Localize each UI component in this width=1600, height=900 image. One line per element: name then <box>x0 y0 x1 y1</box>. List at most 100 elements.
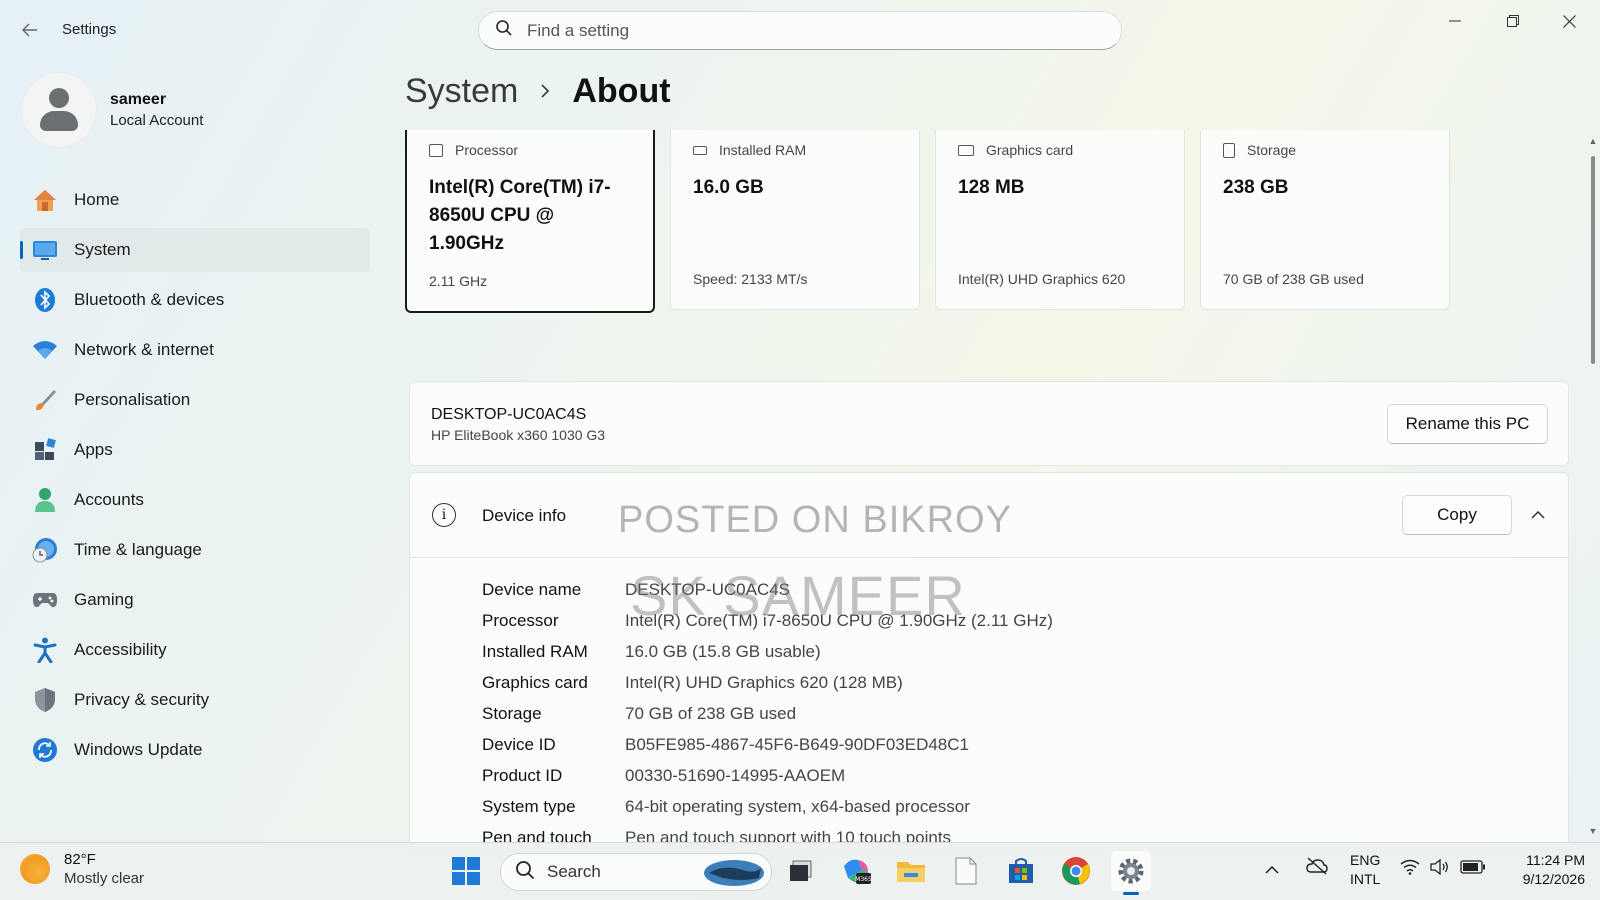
sidebar-item-gaming[interactable]: Gaming <box>20 578 370 622</box>
info-value: Intel(R) UHD Graphics 620 (128 MB) <box>625 672 903 692</box>
settings-gear-icon[interactable] <box>1111 851 1151 895</box>
card-label: Processor <box>455 142 519 158</box>
home-icon <box>32 187 58 213</box>
language-indicator[interactable]: ENG INTL <box>1350 851 1380 889</box>
close-button[interactable] <box>1546 6 1592 36</box>
sidebar-item-label: Privacy & security <box>74 690 210 709</box>
sidebar-item-label: Apps <box>74 440 113 459</box>
sidebar-item-time-language[interactable]: Time & language <box>20 528 370 572</box>
accounts-icon <box>32 487 58 513</box>
storage-icon <box>1223 142 1235 158</box>
scrollbar-thumb[interactable] <box>1591 156 1595 364</box>
chrome-icon[interactable] <box>1060 855 1092 887</box>
copy-button[interactable]: Copy <box>1402 495 1512 535</box>
info-key: Storage <box>482 703 542 723</box>
scroll-down-arrow-icon[interactable]: ▼ <box>1588 826 1598 836</box>
spec-card-ram[interactable]: Installed RAM 16.0 GB Speed: 2133 MT/s <box>670 130 920 310</box>
blank-document-icon[interactable] <box>950 855 982 887</box>
sidebar-item-accounts[interactable]: Accounts <box>20 478 370 522</box>
pc-name: DESKTOP-UC0AC4S <box>431 406 587 423</box>
page-title: About <box>572 72 671 110</box>
info-row-installed-ram: Installed RAM 16.0 GB (15.8 GB usable) <box>482 636 1568 667</box>
watermark-line2: SK SAMEER <box>630 564 966 627</box>
sidebar-item-label: Personalisation <box>74 390 191 409</box>
sidebar-item-label: Gaming <box>74 590 134 609</box>
rename-pc-button[interactable]: Rename this PC <box>1387 404 1548 444</box>
sidebar-item-bluetooth[interactable]: Bluetooth & devices <box>20 278 370 322</box>
info-row-storage: Storage 70 GB of 238 GB used <box>482 698 1568 729</box>
info-key: Installed RAM <box>482 641 588 661</box>
taskbar: 82°F Mostly clear Search M365 ENG INTL 1… <box>0 842 1600 900</box>
sidebar-item-system[interactable]: System <box>20 228 370 272</box>
card-value: 16.0 GB <box>693 177 764 198</box>
sidebar-item-network[interactable]: Network & internet <box>20 328 370 372</box>
info-value: 00330-51690-14995-AAOEM <box>625 765 846 785</box>
processor-icon <box>429 143 443 157</box>
sidebar-item-personalisation[interactable]: Personalisation <box>20 378 370 422</box>
weather-moon-icon <box>20 854 50 884</box>
clock-globe-icon <box>32 537 58 563</box>
card-sub: Intel(R) UHD Graphics 620 <box>958 271 1126 287</box>
chevron-right-icon <box>540 79 550 105</box>
scroll-up-arrow-icon[interactable]: ▲ <box>1588 136 1598 146</box>
sidebar-item-accessibility[interactable]: Accessibility <box>20 628 370 672</box>
weather-desc: Mostly clear <box>64 870 145 887</box>
user-profile[interactable]: sameer Local Account <box>22 73 203 147</box>
sidebar-item-privacy[interactable]: Privacy & security <box>20 678 370 722</box>
sidebar-nav: Home System Bluetooth & devices Network … <box>20 178 370 778</box>
sidebar-item-home[interactable]: Home <box>20 178 370 222</box>
sidebar-item-windows-update[interactable]: Windows Update <box>20 728 370 772</box>
profile-name: sameer <box>110 91 167 108</box>
card-value: 128 MB <box>958 177 1025 198</box>
file-explorer-icon[interactable] <box>895 855 927 887</box>
battery-icon[interactable] <box>1460 860 1486 877</box>
taskbar-search[interactable]: Search <box>500 853 772 891</box>
info-value: 70 GB of 238 GB used <box>625 703 797 723</box>
info-icon: i <box>432 503 456 527</box>
device-info-header[interactable]: i Device info POSTED ON BIKROY SK SAMEER… <box>410 473 1568 627</box>
card-label: Installed RAM <box>719 142 807 158</box>
pc-name-panel: DESKTOP-UC0AC4S HP EliteBook x360 1030 G… <box>409 381 1569 466</box>
clock[interactable]: 11:24 PM 9/12/2026 <box>1505 851 1585 889</box>
back-arrow-icon[interactable] <box>18 18 42 42</box>
graphics-card-icon <box>958 144 974 156</box>
lang-line2: INTL <box>1350 871 1381 887</box>
weather-widget[interactable]: 82°F Mostly clear <box>20 851 144 887</box>
vertical-scrollbar[interactable]: ▲ ▼ <box>1588 136 1598 836</box>
update-icon <box>32 737 58 763</box>
settings-search-input[interactable] <box>527 20 1067 41</box>
start-windows-icon[interactable] <box>450 855 482 887</box>
info-value: 16.0 GB (15.8 GB usable) <box>625 641 821 661</box>
breadcrumb-parent[interactable]: System <box>405 72 518 111</box>
chevron-up-icon[interactable] <box>1265 861 1279 877</box>
search-icon <box>515 860 535 885</box>
clock-time: 11:24 PM <box>1526 852 1585 868</box>
spec-cards: Processor Intel(R) Core(TM) i7-8650U CPU… <box>405 130 1450 313</box>
sidebar-item-label: Accounts <box>74 490 144 509</box>
device-info-rows: Device name DESKTOP-UC0AC4S Processor Inte… <box>410 558 1568 853</box>
task-view-icon[interactable] <box>785 855 817 887</box>
info-key: System type <box>482 796 576 816</box>
minimize-button[interactable] <box>1432 6 1478 36</box>
onedrive-offline-icon[interactable] <box>1306 857 1328 878</box>
microsoft-store-icon[interactable] <box>1005 855 1037 887</box>
settings-search-box[interactable] <box>478 11 1122 50</box>
chevron-up-icon[interactable] <box>1526 503 1550 527</box>
app-title: Settings <box>62 21 117 38</box>
spec-card-storage[interactable]: Storage 238 GB 70 GB of 238 GB used <box>1200 130 1450 310</box>
wifi-icon <box>32 337 58 363</box>
device-info-panel: i Device info POSTED ON BIKROY SK SAMEER… <box>409 472 1569 852</box>
restore-button[interactable] <box>1490 6 1536 36</box>
sidebar-item-apps[interactable]: Apps <box>20 428 370 472</box>
wifi-status-icon[interactable] <box>1400 859 1420 878</box>
clock-date: 9/12/2026 <box>1522 871 1585 887</box>
info-value: B05FE985-4867-45F6-B649-90DF03ED48C1 <box>625 734 969 754</box>
spec-card-processor[interactable]: Processor Intel(R) Core(TM) i7-8650U CPU… <box>405 130 655 313</box>
spec-card-graphics[interactable]: Graphics card 128 MB Intel(R) UHD Graphi… <box>935 130 1185 310</box>
apps-icon <box>32 437 58 463</box>
microsoft-365-icon[interactable]: M365 <box>840 855 872 887</box>
card-label: Graphics card <box>986 142 1074 158</box>
gamepad-icon <box>32 587 58 613</box>
info-row-system-type: System type 64-bit operating system, x64-… <box>482 791 1568 822</box>
volume-icon[interactable] <box>1430 858 1450 878</box>
